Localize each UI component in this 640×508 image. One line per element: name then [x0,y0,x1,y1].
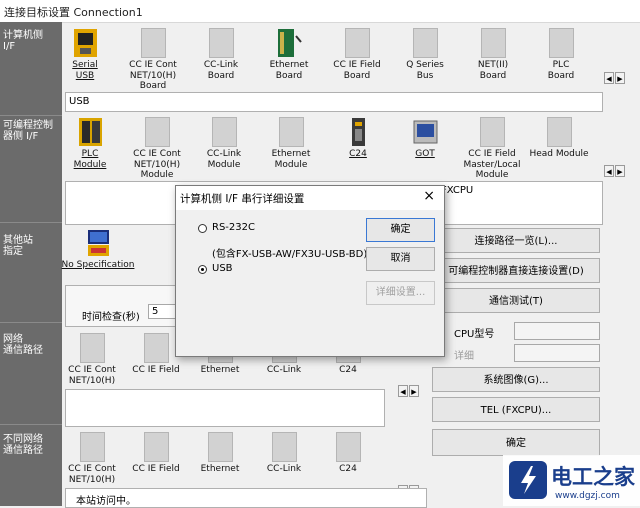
board-icon [271,432,297,462]
watermark: 电工之家 www.dgzj.com [503,455,640,506]
board-icon [143,333,169,363]
ok-button[interactable]: 确定 [432,429,600,456]
board-icon [548,28,574,58]
serial-usb-icon [73,28,98,58]
got-icon [413,117,438,147]
dialog-titlebar: 计算机侧 I/F 串行详细设置 × [176,186,444,210]
time-check-label: 时间检查(秒) [82,312,140,323]
board-icon [79,333,105,363]
dialog-ok-button[interactable]: 确定 [366,218,435,242]
window-title: 连接目标设置 Connection1 [4,6,143,19]
status-bar: 本站访问中。 [65,488,427,508]
network-route-item-label: C24 [339,365,357,375]
rs232c-radio[interactable] [198,224,207,233]
dialog-title: 计算机侧 I/F 串行详细设置 [180,193,305,205]
tel-fxcpu-button[interactable]: TEL (FXCPU)... [432,397,600,422]
different-network-item-label: C24 [339,464,357,474]
cpu-type-field [514,322,600,340]
dialog-cancel-button[interactable]: 取消 [366,247,435,271]
plc-if-item-7[interactable]: Head Module [516,117,602,160]
dialog-detail-button: 详细设置... [366,281,435,305]
module-icon [211,117,237,147]
board-icon [207,432,233,462]
status-text: 本站访问中。 [76,496,136,507]
plc-module-icon [78,117,103,147]
c24-icon [346,117,371,147]
system-image-button[interactable]: 系统图像(G)... [432,367,600,392]
detail-field [514,344,600,362]
pc-if-scroll-right[interactable]: ▶ [615,72,625,84]
ethernet-board-icon [277,28,302,58]
cpu-type-label: CPU型号 [454,329,495,340]
plc-if-detail-text: FXCPU [441,185,474,196]
rs232c-label: RS-232C [212,222,255,233]
different-network-item-4[interactable]: C24 [305,432,391,475]
plc-if-item-label: Head Module [529,149,589,159]
rs232c-note: (包含FX-USB-AW/FX3U-USB-BD) [212,249,368,260]
board-icon [140,28,166,58]
module-icon [546,117,572,147]
comm-test-button[interactable]: 通信测试(T) [432,288,600,313]
label-other-station: 其他站 指定 [3,235,33,257]
pc-if-item-label: PLC Board [547,60,575,81]
pc-if-scroll-left[interactable]: ◀ [604,72,614,84]
board-icon [143,432,169,462]
watermark-text: 电工之家 [551,465,635,489]
usb-label: USB [212,263,233,274]
close-icon[interactable]: × [423,188,435,204]
plc-if-scroll-left[interactable]: ◀ [604,165,614,177]
time-check-input[interactable]: 5 [148,304,178,319]
pc-if-selection-bar: USB [65,92,603,112]
network-route-scroll-right[interactable]: ▶ [409,385,419,397]
window-titlebar: 连接目标设置 Connection1 [0,0,640,23]
route-list-button[interactable]: 连接路径一览(L)... [432,228,600,253]
board-icon [480,28,506,58]
board-icon [208,28,234,58]
serial-detail-dialog: 计算机侧 I/F 串行详细设置 × RS-232C (包含FX-USB-AW/F… [175,185,445,357]
watermark-url: www.dgzj.com [555,491,620,501]
board-icon [412,28,438,58]
watermark-logo-icon [509,461,547,499]
network-route-scroll-left[interactable]: ◀ [398,385,408,397]
board-icon [79,432,105,462]
no-spec-icon [86,228,111,258]
pc-if-selection-text: USB [69,96,90,107]
detail-label: 详细 [454,351,474,362]
direct-connect-button[interactable]: 可编程控制器直接连接设置(D) [432,258,600,283]
module-icon [144,117,170,147]
board-icon [335,432,361,462]
module-icon [479,117,505,147]
pc-if-item-7[interactable]: PLC Board [518,28,604,81]
board-icon [344,28,370,58]
other-station-no-spec[interactable]: No Specification [55,228,141,271]
network-route-panel [65,389,385,427]
plc-if-scroll-right[interactable]: ▶ [615,165,625,177]
module-icon [278,117,304,147]
usb-radio[interactable] [198,265,207,274]
